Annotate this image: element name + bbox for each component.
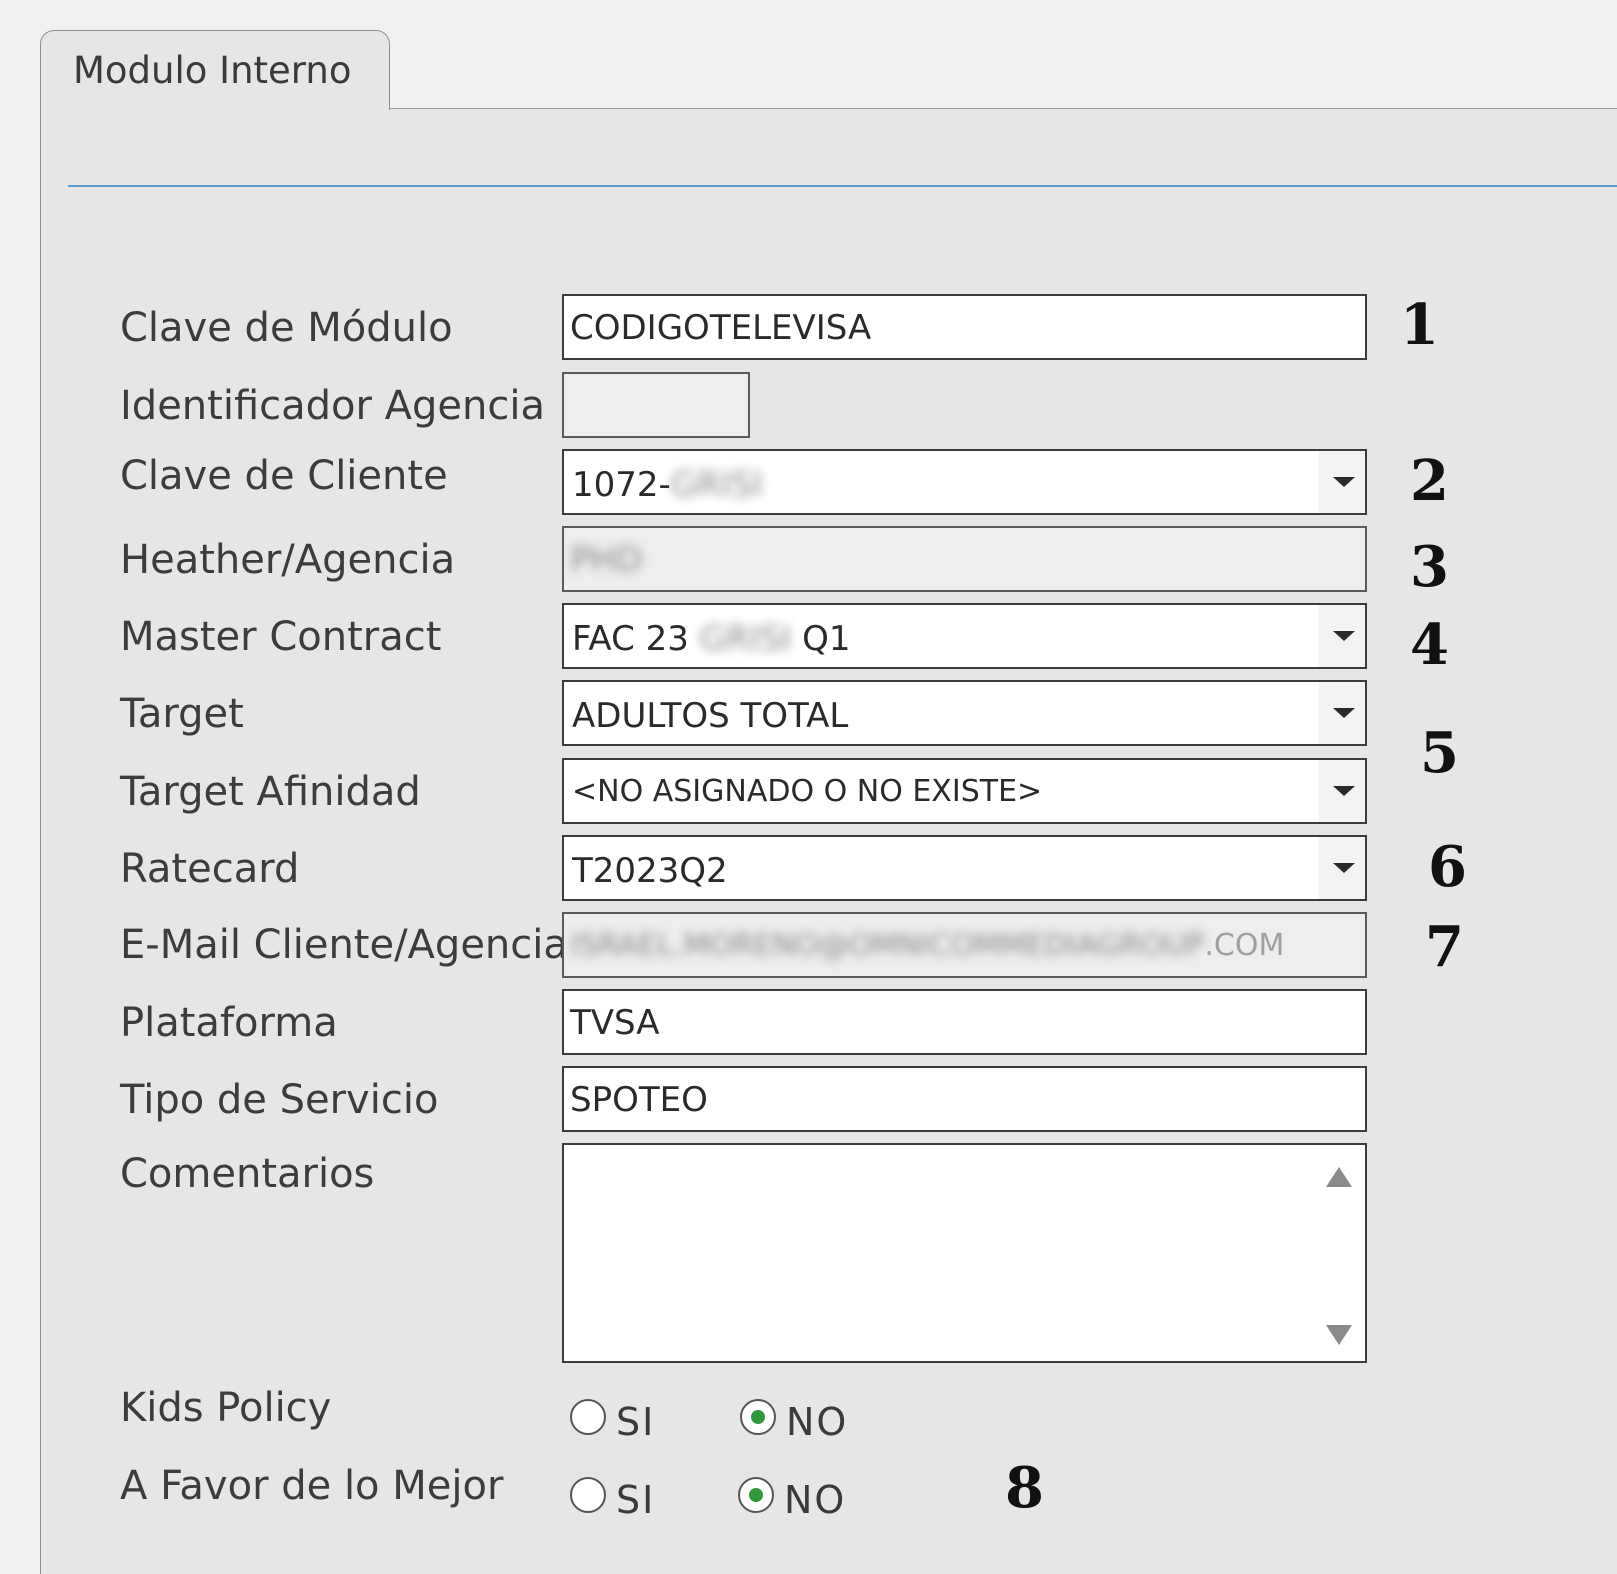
scroll-down-icon[interactable] [1326, 1325, 1352, 1345]
radio-no[interactable] [740, 1399, 776, 1435]
chevron-down-icon[interactable] [1319, 837, 1365, 899]
target-afinidad-select[interactable]: <NO ASIGNADO O NO EXISTE> [562, 758, 1367, 824]
tipo-servicio-input[interactable]: SPOTEO [562, 1066, 1367, 1132]
kids-policy-label: Kids Policy [120, 1385, 332, 1431]
annotation-8: 8 [1005, 1455, 1044, 1521]
target-select[interactable]: ADULTOS TOTAL [562, 680, 1367, 746]
identificador-agencia-label: Identificador Agencia [120, 383, 545, 429]
annotation-4: 4 [1410, 612, 1449, 678]
ratecard-label: Ratecard [120, 846, 300, 892]
a-favor-label: A Favor de lo Mejor [120, 1463, 504, 1509]
radio-si[interactable] [570, 1399, 606, 1435]
email-label: E-Mail Cliente/Agencia [120, 922, 568, 968]
plataforma-label: Plataforma [120, 1000, 338, 1046]
a-favor-no-option[interactable]: NO [738, 1468, 846, 1522]
clave-cliente-label: Clave de Cliente [120, 453, 448, 499]
scroll-up-icon[interactable] [1326, 1167, 1352, 1187]
comentarios-label: Comentarios [120, 1151, 375, 1197]
master-contract-select[interactable]: FAC 23 GRISI Q1 [562, 603, 1367, 669]
a-favor-si-option[interactable]: SI [570, 1468, 655, 1522]
radio-si[interactable] [570, 1477, 606, 1513]
tab-label: Modulo Interno [73, 49, 352, 92]
master-contract-label: Master Contract [120, 614, 442, 660]
chevron-down-icon[interactable] [1319, 605, 1365, 667]
heather-agencia-input[interactable]: PHD [562, 526, 1367, 592]
chevron-down-icon[interactable] [1319, 760, 1365, 822]
annotation-5: 5 [1420, 720, 1459, 786]
comentarios-textarea[interactable] [562, 1143, 1367, 1363]
clave-cliente-select[interactable]: 1072-GRISI [562, 449, 1367, 515]
clave-modulo-input[interactable]: CODIGOTELEVISA [562, 294, 1367, 360]
annotation-2: 2 [1410, 448, 1449, 514]
divider [68, 185, 1617, 187]
chevron-down-icon[interactable] [1319, 682, 1365, 744]
identificador-agencia-input[interactable] [562, 372, 750, 438]
annotation-7: 7 [1425, 914, 1464, 980]
clave-modulo-label: Clave de Módulo [120, 305, 453, 351]
annotation-1: 1 [1400, 292, 1439, 358]
annotation-3: 3 [1410, 534, 1449, 600]
plataforma-input[interactable]: TVSA [562, 989, 1367, 1055]
ratecard-select[interactable]: T2023Q2 [562, 835, 1367, 901]
tab-modulo-interno[interactable]: Modulo Interno [40, 30, 390, 110]
email-input[interactable]: ISRAEL.MORENO@OMNICOMMEDIAGROUP.COM [562, 912, 1367, 978]
chevron-down-icon[interactable] [1319, 451, 1365, 513]
annotation-6: 6 [1428, 834, 1467, 900]
radio-no[interactable] [738, 1477, 774, 1513]
kids-policy-no-option[interactable]: NO [740, 1390, 848, 1444]
target-afinidad-label: Target Afinidad [120, 769, 421, 815]
kids-policy-si-option[interactable]: SI [570, 1390, 655, 1444]
heather-agencia-label: Heather/Agencia [120, 537, 456, 583]
target-label: Target [120, 691, 244, 737]
tipo-servicio-label: Tipo de Servicio [120, 1077, 439, 1123]
